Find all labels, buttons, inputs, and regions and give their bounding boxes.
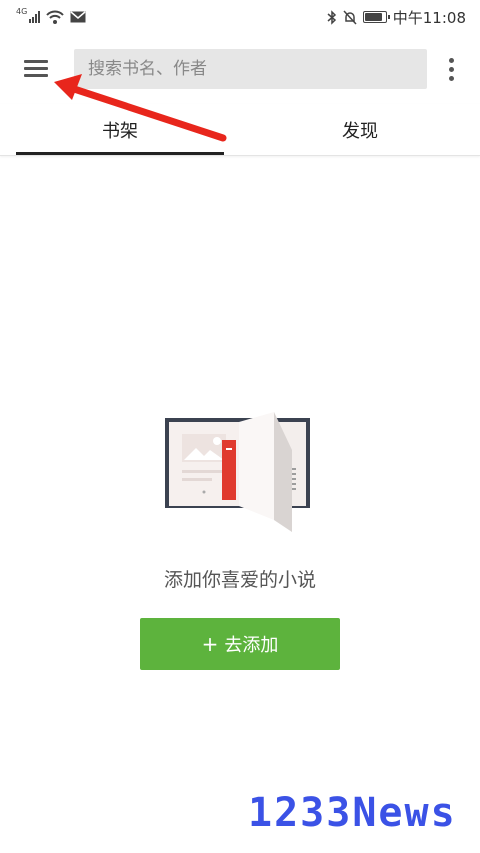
tab-bar: 书架 发现 xyxy=(0,104,480,156)
status-right: 中午11:08 xyxy=(327,7,466,28)
wifi-icon xyxy=(46,10,65,24)
status-time: 中午11:08 xyxy=(392,8,466,27)
plus-icon: + xyxy=(201,632,219,656)
dot xyxy=(448,75,454,81)
more-vert-icon[interactable] xyxy=(440,54,462,84)
add-novel-button[interactable]: + 去添加 xyxy=(140,618,340,670)
mail-icon xyxy=(70,11,86,23)
tab-bookshelf[interactable]: 书架 xyxy=(0,104,240,155)
watermark: 1233News xyxy=(248,790,457,836)
dot xyxy=(448,66,454,72)
menu-icon xyxy=(24,60,48,63)
battery-icon xyxy=(362,11,390,23)
dot xyxy=(448,57,454,63)
network-type: 4G xyxy=(16,6,28,16)
bluetooth-icon xyxy=(327,9,336,25)
open-book-illustration xyxy=(165,412,310,532)
status-left: 4G xyxy=(16,6,86,24)
bell-muted-icon xyxy=(343,9,357,25)
battery-level xyxy=(364,13,382,21)
status-bar: 4G 中午11:08 xyxy=(0,0,480,34)
add-button-label: 去添加 xyxy=(224,635,279,656)
empty-state-message: 添加你喜爱的小说 xyxy=(163,569,316,591)
signal-icon xyxy=(29,11,41,23)
tab-discover[interactable]: 发现 xyxy=(240,104,480,155)
